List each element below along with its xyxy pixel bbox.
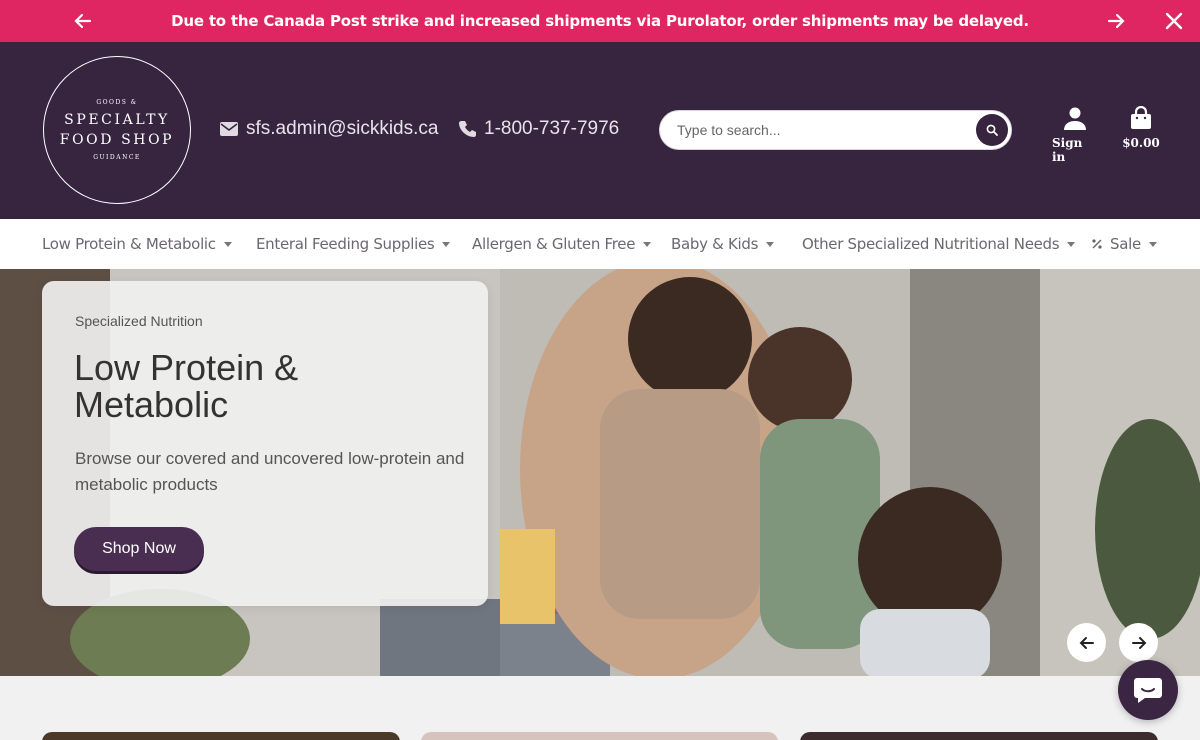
cart-total: $0.00 (1122, 136, 1160, 150)
nav-item-other-needs[interactable]: Other Specialized Nutritional Needs (802, 235, 1076, 253)
shop-now-button[interactable]: Shop Now (74, 527, 204, 571)
category-cards-strip (0, 676, 1200, 740)
category-card[interactable] (421, 732, 778, 740)
site-header: GOODS & SPECIALTY FOOD SHOP GUIDANCE sfs… (0, 42, 1200, 219)
sign-in-label: Sign in (1052, 136, 1083, 164)
nav-item-label: Low Protein & Metabolic (42, 235, 216, 253)
phone-icon (459, 121, 476, 137)
arrow-right-icon (1131, 636, 1146, 649)
nav-item-low-protein[interactable]: Low Protein & Metabolic (42, 235, 232, 253)
announcement-next-arrow-icon[interactable] (1103, 8, 1129, 34)
nav-item-enteral-feeding[interactable]: Enteral Feeding Supplies (256, 235, 451, 253)
announcement-message: Due to the Canada Post strike and increa… (171, 12, 1029, 30)
announcement-prev-arrow-icon[interactable] (70, 8, 96, 34)
hero-card: Specialized Nutrition Low Protein & Meta… (42, 281, 488, 606)
category-card[interactable] (42, 732, 400, 740)
contact-email-text: sfs.admin@sickkids.ca (246, 118, 439, 139)
envelope-icon (220, 122, 238, 136)
logo-top-text: GOODS & (96, 99, 138, 106)
search-icon (986, 124, 998, 136)
main-nav: Low Protein & Metabolic Enteral Feeding … (0, 219, 1200, 269)
hero-title: Low Protein & Metabolic (74, 347, 299, 425)
nav-item-sale[interactable]: Sale (1091, 235, 1157, 253)
nav-item-label: Allergen & Gluten Free (472, 235, 636, 253)
site-logo[interactable]: GOODS & SPECIALTY FOOD SHOP GUIDANCE (43, 56, 191, 204)
nav-item-label: Enteral Feeding Supplies (256, 235, 435, 253)
search-bar (659, 110, 1012, 150)
chevron-down-icon (442, 241, 451, 247)
logo-bottom-text: GUIDANCE (93, 154, 141, 161)
nav-item-label: Baby & Kids (671, 235, 759, 253)
sign-in-link[interactable]: Sign in (1052, 106, 1098, 164)
search-input[interactable] (677, 119, 967, 141)
announcement-bar: Due to the Canada Post strike and increa… (0, 0, 1200, 42)
hero-banner: Specialized Nutrition Low Protein & Meta… (0, 269, 1200, 676)
hero-description: Browse our covered and uncovered low-pro… (75, 449, 465, 494)
nav-item-label: Sale (1110, 235, 1141, 253)
cart-link[interactable]: $0.00 (1118, 106, 1164, 150)
contact-email[interactable]: sfs.admin@sickkids.ca (220, 118, 438, 140)
chat-button[interactable] (1118, 660, 1178, 720)
arrow-left-icon (1079, 636, 1094, 649)
search-button[interactable] (976, 114, 1008, 146)
contact-phone-text: 1-800-737-7976 (484, 118, 620, 139)
chevron-down-icon (1067, 241, 1076, 247)
chat-bubble-icon (1134, 678, 1162, 703)
chevron-down-icon (766, 241, 775, 247)
announcement-close-icon[interactable] (1161, 8, 1187, 34)
user-icon (1064, 107, 1086, 130)
percent-icon (1092, 239, 1102, 249)
slider-next-button[interactable] (1119, 623, 1158, 662)
nav-item-label: Other Specialized Nutritional Needs (802, 235, 1060, 253)
chevron-down-icon (643, 241, 652, 247)
category-card[interactable] (800, 732, 1158, 740)
logo-line2: FOOD SHOP (59, 132, 175, 148)
chevron-down-icon (1148, 241, 1157, 247)
hero-eyebrow: Specialized Nutrition (75, 313, 203, 329)
nav-item-baby-kids[interactable]: Baby & Kids (671, 235, 775, 253)
logo-line1: SPECIALTY (64, 112, 170, 128)
chevron-down-icon (223, 241, 232, 247)
contact-phone[interactable]: 1-800-737-7976 (458, 118, 619, 140)
nav-item-allergen-gluten-free[interactable]: Allergen & Gluten Free (472, 235, 652, 253)
slider-prev-button[interactable] (1067, 623, 1106, 662)
shopping-bag-icon (1131, 106, 1151, 129)
